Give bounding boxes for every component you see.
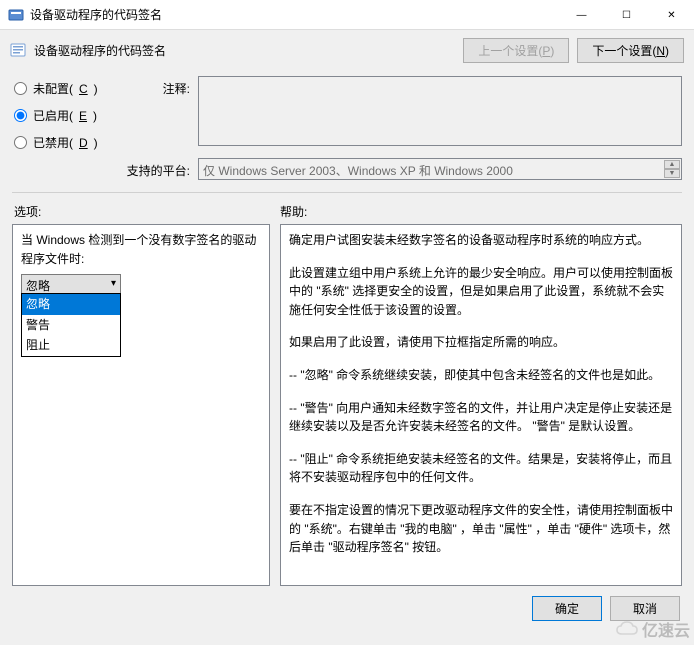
sub-header: 设备驱动程序的代码签名 上一个设置(P) 下一个设置(N)	[0, 30, 694, 70]
help-pane[interactable]: 确定用户试图安装未经数字签名的设备驱动程序时系统的响应方式。 此设置建立组中用户…	[280, 224, 682, 586]
help-label: 帮助:	[280, 203, 680, 220]
subheader-title: 设备驱动程序的代码签名	[34, 42, 455, 59]
radio-enabled[interactable]: 已启用(E)	[14, 107, 104, 124]
help-p1: 确定用户试图安装未经数字签名的设备驱动程序时系统的响应方式。	[289, 231, 673, 250]
comment-textarea[interactable]	[198, 76, 682, 146]
title-bar: 设备驱动程序的代码签名 — ☐ ✕	[0, 0, 694, 30]
supported-platforms-text: 仅 Windows Server 2003、Windows XP 和 Windo…	[203, 164, 513, 178]
options-label: 选项:	[14, 203, 280, 220]
state-radio-group: 未配置(C) 已启用(E) 已禁用(D)	[14, 76, 104, 180]
help-p4: -- "忽略" 命令系统继续安装，即使其中包含未经签名的文件也是如此。	[289, 366, 673, 385]
radio-not-configured[interactable]: 未配置(C)	[14, 80, 104, 97]
platform-scroll[interactable]: ▲▼	[664, 160, 680, 178]
maximize-button[interactable]: ☐	[604, 0, 649, 30]
dialog-footer: 确定 取消	[0, 586, 694, 631]
section-labels: 选项: 帮助:	[0, 203, 694, 224]
minimize-button[interactable]: —	[559, 0, 604, 30]
next-setting-button[interactable]: 下一个设置(N)	[577, 38, 684, 63]
platform-label: 支持的平台:	[120, 158, 190, 179]
dropdown-item-ignore[interactable]: 忽略	[22, 294, 120, 315]
comment-label: 注释:	[120, 76, 190, 97]
help-p5: -- "警告" 向用户通知未经数字签名的文件，并让用户决定是停止安装还是继续安装…	[289, 399, 673, 436]
help-p3: 如果启用了此设置，请使用下拉框指定所需的响应。	[289, 333, 673, 352]
fields-column: 注释: 支持的平台: 仅 Windows Server 2003、Windows…	[120, 76, 682, 180]
help-p6: -- "阻止" 命令系统拒绝安装未经签名的文件。结果是，安装将停止，而且将不安装…	[289, 450, 673, 487]
radio-disabled[interactable]: 已禁用(D)	[14, 134, 104, 151]
window-controls: — ☐ ✕	[559, 0, 694, 29]
main-panes: 当 Windows 检测到一个没有数字签名的驱动程序文件时: 忽略 忽略 警告 …	[0, 224, 694, 586]
help-p2: 此设置建立组中用户系统上允许的最少安全响应。用户可以使用控制面板中的 "系统" …	[289, 264, 673, 320]
watermark: 亿速云	[616, 617, 690, 641]
separator	[12, 192, 682, 193]
app-icon	[8, 7, 24, 23]
dropdown-selected[interactable]: 忽略	[21, 274, 121, 294]
config-area: 未配置(C) 已启用(E) 已禁用(D) 注释: 支持的平台: 仅 Window…	[0, 70, 694, 182]
ok-button[interactable]: 确定	[532, 596, 602, 621]
cloud-icon	[616, 621, 638, 637]
policy-icon	[10, 42, 26, 58]
window-title: 设备驱动程序的代码签名	[30, 6, 559, 23]
previous-setting-button[interactable]: 上一个设置(P)	[463, 38, 569, 63]
dropdown-list: 忽略 警告 阻止	[21, 293, 121, 357]
supported-platforms-box: 仅 Windows Server 2003、Windows XP 和 Windo…	[198, 158, 682, 180]
dropdown-item-warn[interactable]: 警告	[22, 315, 120, 336]
options-prompt: 当 Windows 检测到一个没有数字签名的驱动程序文件时:	[21, 231, 261, 268]
close-button[interactable]: ✕	[649, 0, 694, 30]
dropdown-item-block[interactable]: 阻止	[22, 335, 120, 356]
behavior-dropdown[interactable]: 忽略 忽略 警告 阻止	[21, 274, 121, 294]
options-pane: 当 Windows 检测到一个没有数字签名的驱动程序文件时: 忽略 忽略 警告 …	[12, 224, 270, 586]
help-p7: 要在不指定设置的情况下更改驱动程序文件的安全性，请使用控制面板中的 "系统"。右…	[289, 501, 673, 557]
watermark-text: 亿速云	[642, 617, 690, 641]
